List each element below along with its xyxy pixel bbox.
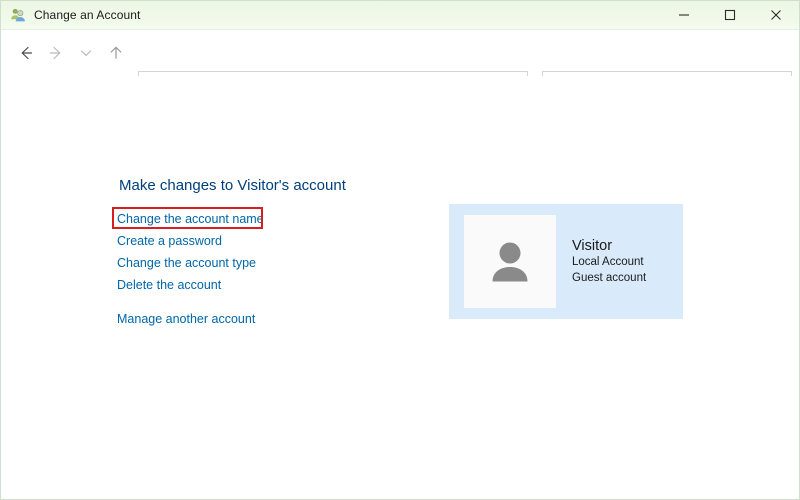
control-panel-window: Change an Account Search Control Panel M… <box>0 0 800 500</box>
link-delete-account[interactable]: Delete the account <box>117 278 221 292</box>
link-create-password[interactable]: Create a password <box>117 234 222 248</box>
avatar <box>464 215 556 308</box>
forward-arrow-icon[interactable] <box>41 38 71 68</box>
user-accounts-icon <box>10 7 26 23</box>
account-role: Guest account <box>572 271 647 284</box>
account-type: Local Account <box>572 256 644 269</box>
up-arrow-icon[interactable] <box>101 38 131 68</box>
title-bar: Change an Account <box>1 1 799 30</box>
link-row: Delete the account <box>117 274 264 296</box>
person-avatar-icon <box>492 242 528 281</box>
link-row: Change the account type <box>117 252 264 274</box>
minimize-button[interactable] <box>661 1 707 29</box>
link-row: Create a password <box>117 230 264 252</box>
close-button[interactable] <box>753 1 799 29</box>
content-area: Make changes to Visitor's account Change… <box>1 76 799 499</box>
account-name: Visitor <box>572 237 613 254</box>
account-details: Visitor Local Account Guest account <box>572 237 646 286</box>
recent-locations-chevron-down-icon[interactable] <box>71 38 101 68</box>
link-row: Manage another account <box>117 308 264 330</box>
link-row: Change the account name <box>117 208 264 230</box>
link-change-account-type[interactable]: Change the account type <box>117 256 256 270</box>
link-change-account-name[interactable]: Change the account name <box>117 212 264 226</box>
window-controls <box>661 1 799 29</box>
window-title: Change an Account <box>34 8 141 22</box>
account-task-links: Change the account name Create a passwor… <box>117 208 264 330</box>
page-title: Make changes to Visitor's account <box>119 177 346 194</box>
navigation-toolbar: « Manage Accounts › Change an Account <box>1 30 799 100</box>
link-manage-another-account[interactable]: Manage another account <box>117 312 255 326</box>
maximize-button[interactable] <box>707 1 753 29</box>
back-arrow-icon[interactable] <box>11 38 41 68</box>
account-summary-panel[interactable]: Visitor Local Account Guest account <box>449 204 683 319</box>
